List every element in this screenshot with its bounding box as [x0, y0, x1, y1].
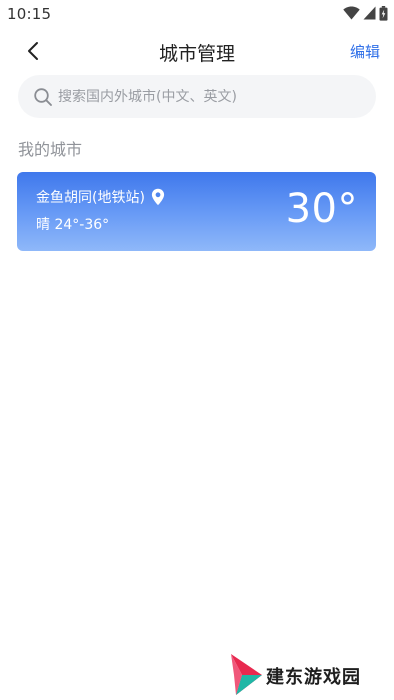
location-pin-icon [151, 188, 165, 206]
battery-icon [379, 5, 388, 21]
edit-button[interactable]: 编辑 [350, 41, 380, 62]
page-title: 城市管理 [158, 43, 235, 65]
temp-range: 24°-36° [54, 217, 110, 233]
current-temperature: 30° [285, 186, 358, 232]
city-weather: 晴 24°-36° [36, 214, 109, 234]
status-icons [343, 5, 388, 21]
city-name-row: 金鱼胡同(地铁站) [36, 187, 165, 207]
city-card[interactable]: 金鱼胡同(地铁站) 晴 24°-36° 30° [17, 172, 376, 251]
search-box[interactable] [18, 75, 376, 118]
watermark-logo-icon [231, 654, 262, 695]
title-bar: 城市管理 编辑 [0, 30, 394, 72]
search-icon [34, 87, 52, 106]
watermark: 建东游戏园 [228, 651, 368, 697]
city-name: 金鱼胡同(地铁站) [36, 190, 145, 206]
signal-icon [363, 6, 376, 20]
watermark-text: 建东游戏园 [266, 667, 361, 688]
section-title-my-cities: 我的城市 [18, 140, 83, 159]
search-input[interactable] [58, 88, 358, 105]
status-time: 10:15 [7, 5, 52, 23]
wifi-icon [343, 6, 360, 20]
status-bar: 10:15 [0, 0, 394, 28]
weather-condition: 晴 [36, 217, 50, 233]
